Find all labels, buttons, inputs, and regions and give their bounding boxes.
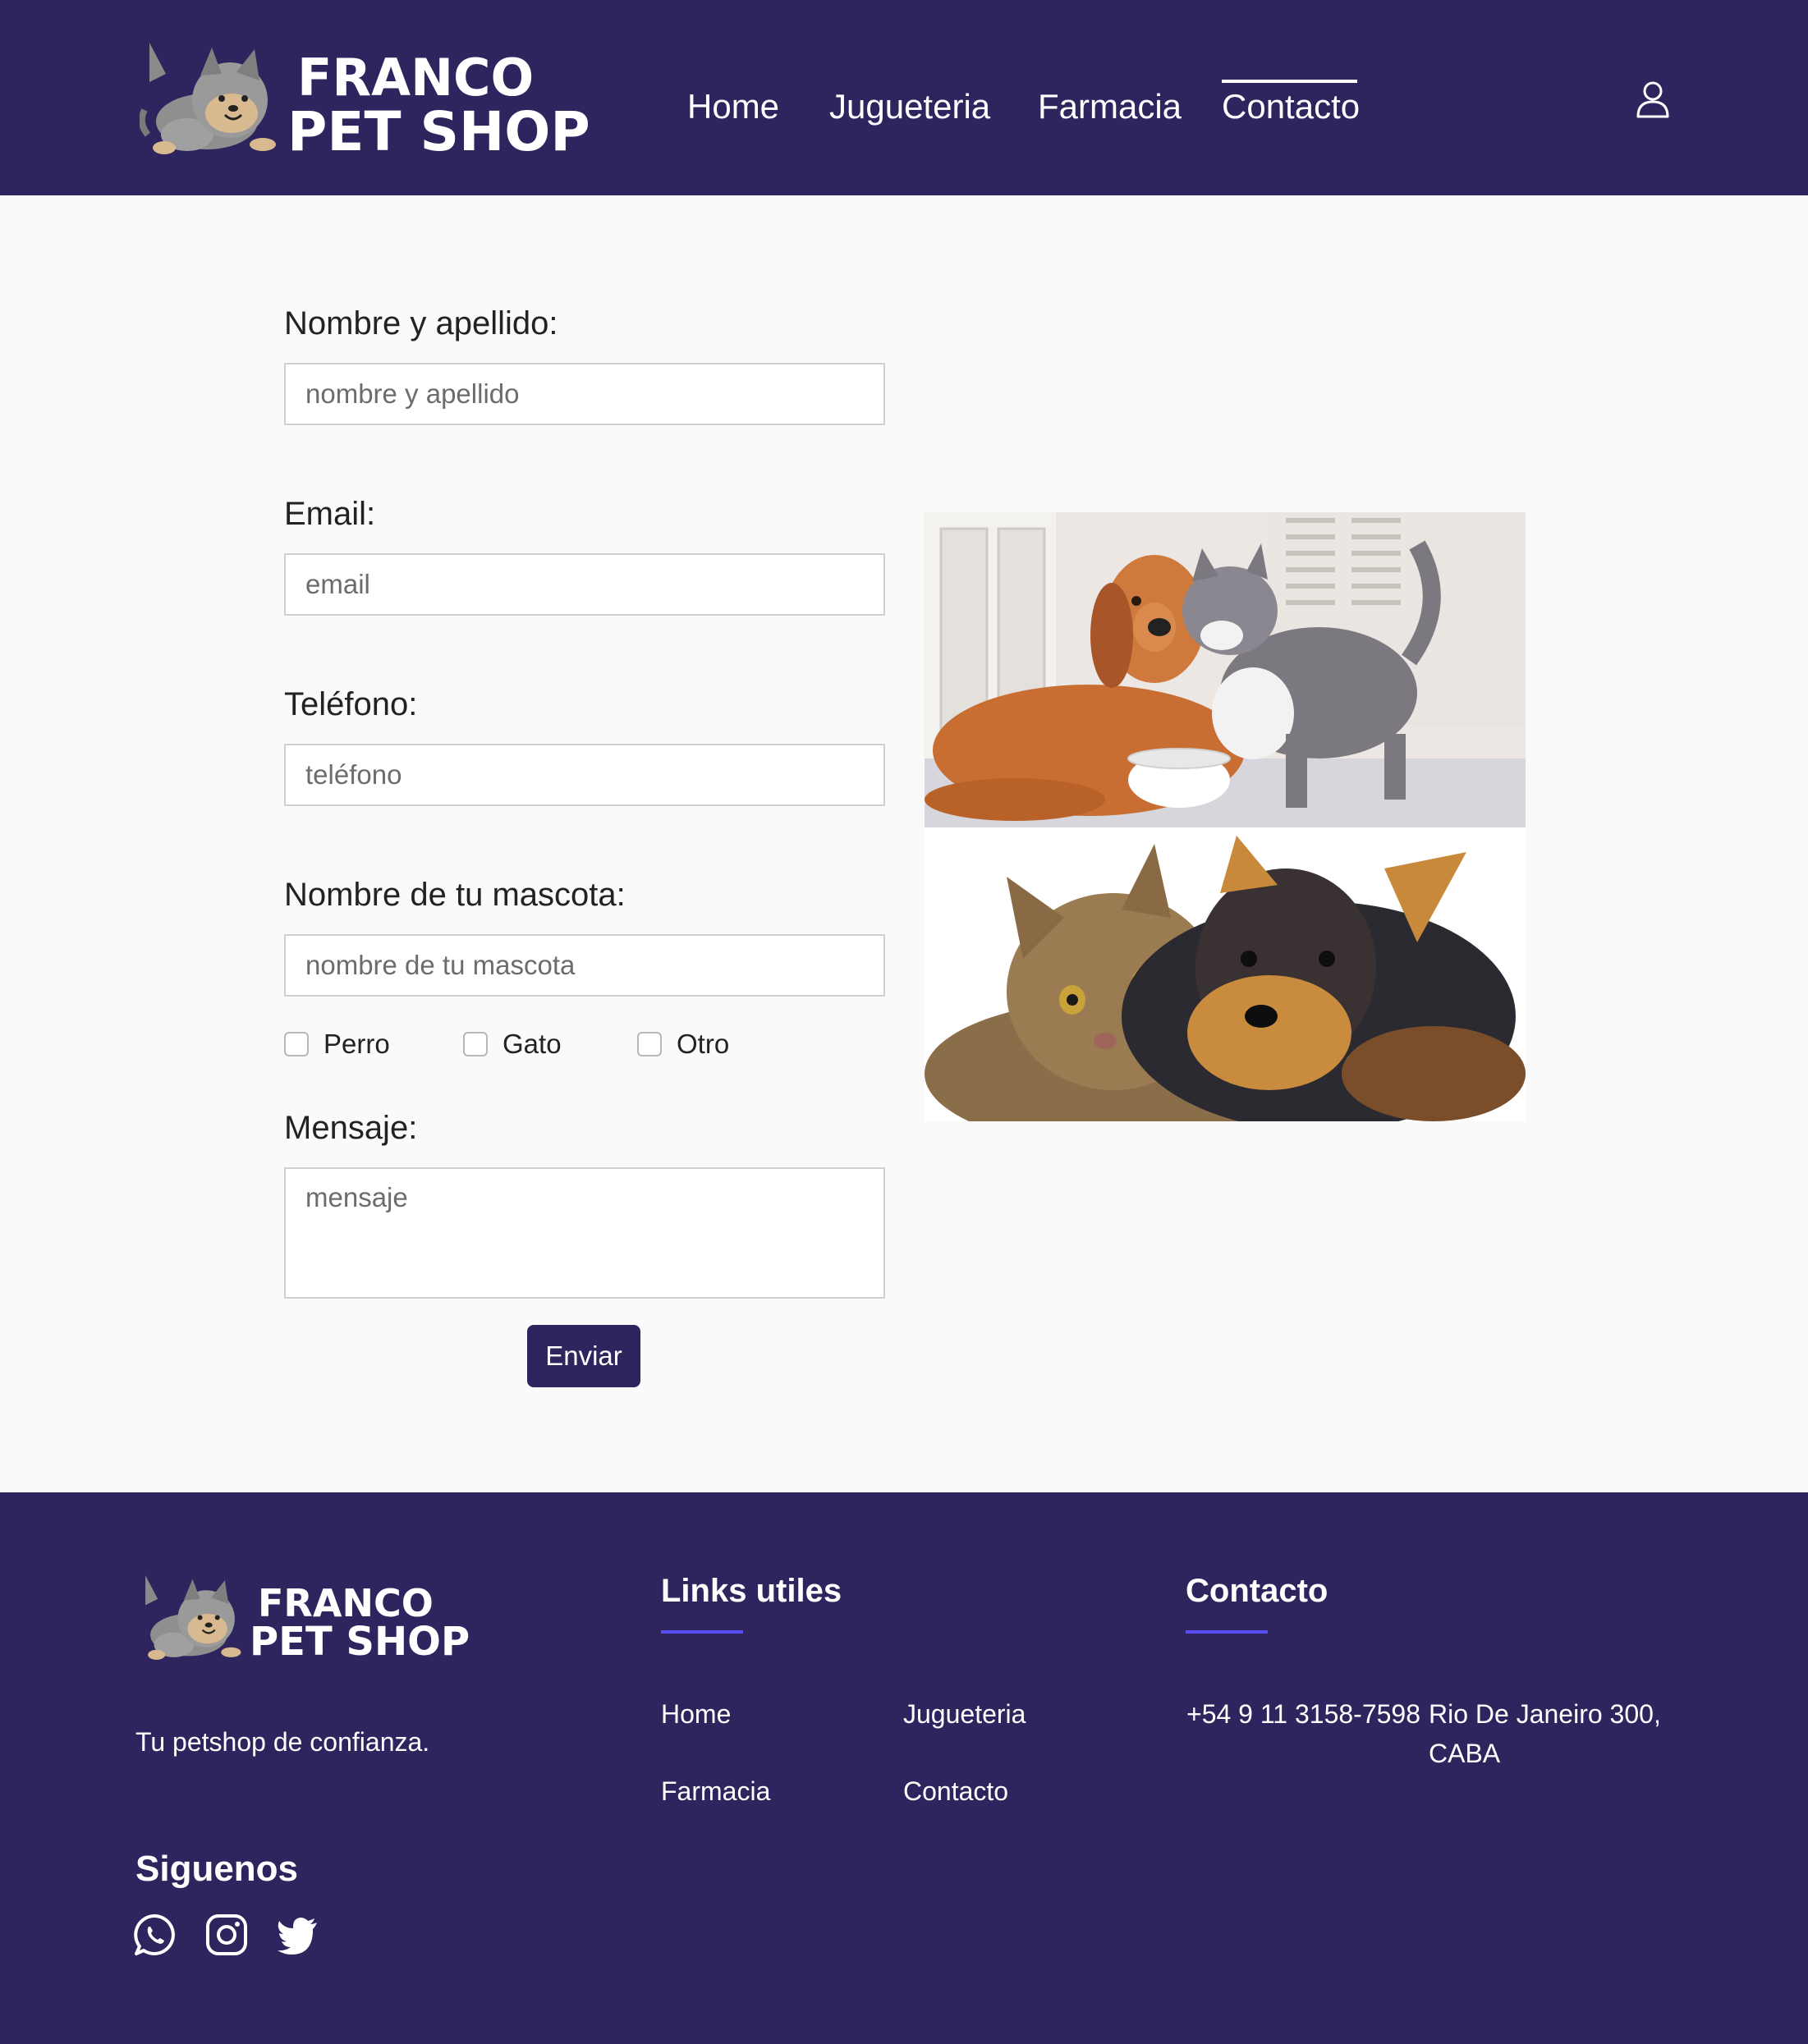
gato-label: Gato [502, 1029, 562, 1059]
follow-heading: Siguenos [135, 1849, 299, 1889]
nav-farmacia[interactable]: Farmacia [1038, 87, 1182, 126]
pet-type-gato[interactable]: Gato [463, 1028, 562, 1061]
nav-jugueteria[interactable]: Jugueteria [829, 87, 990, 126]
footer-tagline: Tu petshop de confianza. [135, 1727, 430, 1757]
gato-checkbox[interactable] [463, 1032, 488, 1056]
email-label: Email: [284, 496, 376, 532]
email-input[interactable] [284, 553, 885, 616]
pet-type-otro[interactable]: Otro [637, 1028, 729, 1061]
contact-heading: Contacto [1186, 1573, 1328, 1609]
name-label: Nombre y apellido: [284, 305, 558, 341]
yorkie-dog-icon [145, 1575, 241, 1660]
phone-label: Teléfono: [284, 686, 418, 722]
message-label: Mensaje: [284, 1110, 418, 1146]
site-header: FRANCO PET SHOP Home Jugueteria Farmacia… [0, 0, 1808, 195]
message-textarea[interactable] [284, 1167, 885, 1299]
brand-line1: FRANCO [297, 48, 535, 108]
phone-input[interactable] [284, 744, 885, 806]
brand-line2: PET SHOP [287, 100, 590, 163]
user-icon[interactable] [1636, 80, 1670, 118]
footer-link-jugueteria[interactable]: Jugueteria [903, 1699, 1026, 1730]
footer-address-line1: Rio De Janeiro 300, [1429, 1699, 1661, 1729]
name-input[interactable] [284, 363, 885, 425]
otro-checkbox[interactable] [637, 1032, 662, 1056]
contact-heading-underline [1186, 1630, 1268, 1634]
perro-label: Perro [324, 1029, 390, 1059]
nav-home[interactable]: Home [687, 87, 779, 126]
instagram-icon[interactable] [204, 1913, 249, 1957]
whatsapp-icon[interactable] [133, 1913, 177, 1957]
contact-section [0, 195, 1808, 1492]
nav-active-indicator [1222, 80, 1357, 83]
footer-address-line2: CABA [1429, 1739, 1501, 1768]
footer-link-farmacia[interactable]: Farmacia [661, 1776, 770, 1807]
header-logo-link[interactable]: FRANCO PET SHOP [140, 33, 590, 164]
footer-phone: +54 9 11 3158-7598 [1186, 1699, 1420, 1729]
footer-logo-link[interactable]: FRANCO PET SHOP [138, 1568, 470, 1666]
cat-and-puppy-photo [925, 827, 1526, 1121]
pet-type-perro[interactable]: Perro [284, 1028, 390, 1061]
otro-label: Otro [677, 1029, 730, 1059]
pet-name-label: Nombre de tu mascota: [284, 877, 626, 913]
links-heading: Links utiles [661, 1573, 842, 1609]
footer-brand-line1: FRANCO [258, 1581, 434, 1625]
yorkie-dog-icon [140, 43, 276, 154]
twitter-icon[interactable] [276, 1913, 320, 1957]
footer-brand-line2: PET SHOP [250, 1619, 470, 1665]
nav-contacto[interactable]: Contacto [1222, 87, 1360, 126]
links-heading-underline [661, 1630, 743, 1634]
footer-link-contacto[interactable]: Contacto [903, 1776, 1008, 1807]
pet-name-input[interactable] [284, 934, 885, 997]
dog-and-cat-photo [925, 512, 1526, 827]
footer-link-home[interactable]: Home [661, 1699, 731, 1730]
perro-checkbox[interactable] [284, 1032, 309, 1056]
submit-button[interactable]: Enviar [527, 1325, 640, 1387]
